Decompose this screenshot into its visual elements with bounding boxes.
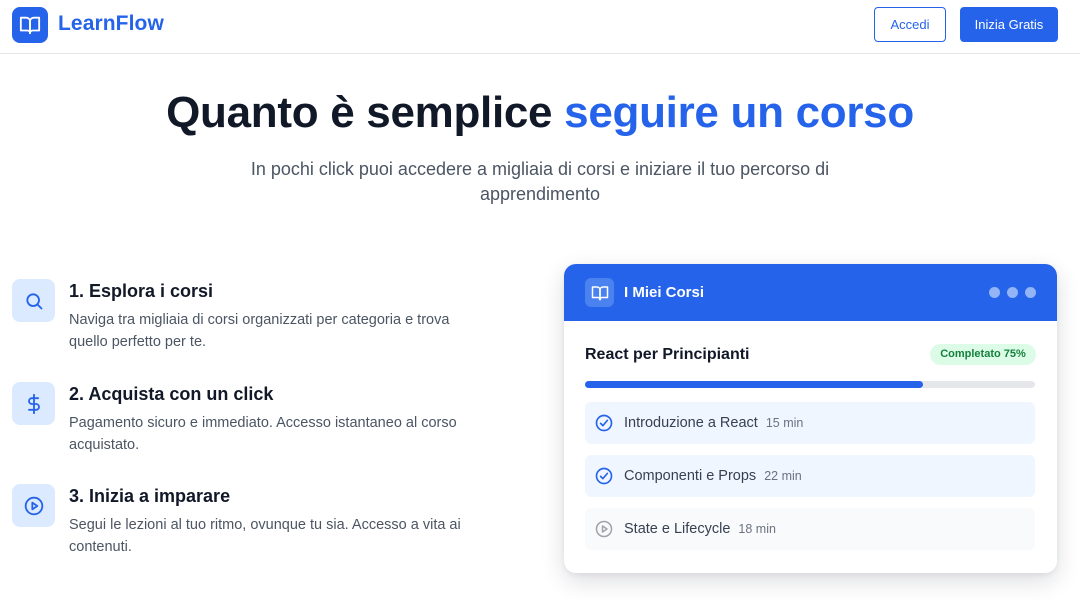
lesson-item[interactable]: Introduzione a React 15 min — [585, 402, 1035, 444]
page-title-plain: Quanto è semplice — [166, 88, 565, 137]
step-title: 1. Esplora i corsi — [69, 281, 214, 301]
login-button[interactable]: Accedi — [874, 7, 946, 42]
step-description: Naviga tra migliaia di corsi organizzati… — [69, 312, 450, 350]
page-title-accent: seguire un corso — [564, 88, 914, 137]
window-dot — [1025, 287, 1036, 298]
my-courses-card: I Miei Corsi React per Principianti Comp… — [564, 264, 1057, 573]
play-circle-icon — [595, 520, 613, 538]
step-description: Pagamento sicuro e immediato. Accesso is… — [69, 415, 457, 453]
lesson-item[interactable]: State e Lifecycle 18 min — [585, 508, 1035, 550]
book-open-icon — [19, 16, 41, 35]
step-icon-box — [12, 484, 55, 527]
lesson-title-row: Introduzione a React 15 min — [624, 415, 803, 431]
lesson-item[interactable]: Componenti e Props 22 min — [585, 455, 1035, 497]
top-navbar: LearnFlow Accedi Inizia Gratis — [0, 0, 1080, 54]
card-header: I Miei Corsi — [564, 264, 1057, 321]
card-title: I Miei Corsi — [624, 284, 705, 301]
brand-name[interactable]: LearnFlow — [58, 12, 164, 36]
search-icon — [25, 292, 42, 309]
step-icon-box — [12, 382, 55, 425]
course-progress-bar — [585, 381, 1035, 388]
lesson-title-row: State e Lifecycle 18 min — [624, 521, 776, 537]
lesson-title: State e Lifecycle — [624, 521, 731, 537]
signup-button[interactable]: Inizia Gratis — [960, 7, 1058, 42]
course-title: React per Principianti — [585, 346, 750, 363]
play-circle-icon — [24, 496, 43, 515]
step-description: Segui le lezioni al tuo ritmo, ovunque t… — [69, 517, 461, 555]
lesson-title-row: Componenti e Props 22 min — [624, 468, 802, 484]
card-icon-box — [585, 278, 614, 307]
status-badge: Completato 75% — [930, 344, 1036, 365]
step-title: 2. Acquista con un click — [69, 384, 274, 404]
lesson-duration: 18 min — [738, 522, 776, 536]
step-icon-box — [12, 279, 55, 322]
check-circle-icon — [595, 467, 613, 485]
lesson-duration: 15 min — [765, 416, 804, 430]
window-dot — [989, 287, 1000, 298]
lesson-duration: 22 min — [764, 469, 802, 483]
page-title: Quanto è semplice seguire un corso — [0, 88, 1080, 138]
dollar-icon — [27, 393, 40, 414]
step-title: 3. Inizia a imparare — [69, 486, 231, 506]
window-dot — [1007, 287, 1018, 298]
book-open-icon — [591, 285, 608, 300]
lesson-title: Introduzione a React — [624, 415, 758, 431]
check-circle-icon — [595, 414, 613, 432]
page-subtitle: In pochi click puoi accedere a migliaia … — [250, 159, 830, 204]
course-progress-fill — [585, 381, 923, 388]
logo[interactable] — [12, 7, 48, 43]
lesson-title: Componenti e Props — [624, 468, 757, 484]
